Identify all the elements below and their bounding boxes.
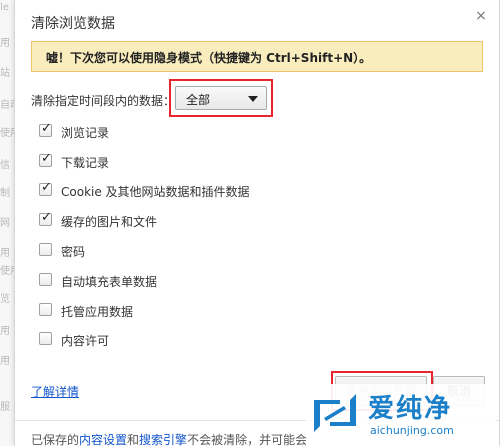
clear-browsing-data-dialog: 清除浏览数据 × 嘘！下次您可以使用隐身模式（快捷键为 Ctrl+Shift+N…: [14, 0, 500, 446]
footer-text: 已保存的: [31, 433, 80, 446]
checkbox-icon[interactable]: [39, 273, 52, 286]
checkbox-icon[interactable]: ✓: [39, 121, 52, 137]
time-range-label: 清除指定时间段内的数据：: [31, 94, 176, 108]
option-label: Cookie 及其他网站数据和插件数据: [61, 185, 250, 199]
checkbox-icon[interactable]: [39, 243, 52, 256]
footer-note: 已保存的内容设置和搜索引擎不会被清除，并可能会: [31, 431, 307, 446]
checkmark-icon: ✓: [41, 180, 52, 195]
footer-text: 不会被清除，并可能会: [187, 433, 308, 446]
checkmark-icon: ✓: [41, 121, 52, 136]
incognito-tip-text: 嘘！下次您可以使用隐身模式（快捷键为 Ctrl+Shift+N）。: [46, 51, 372, 65]
checkbox-icon[interactable]: [39, 303, 52, 316]
content-settings-link[interactable]: 内容设置: [79, 433, 127, 446]
site-watermark: 爱纯净 aichunjing.com: [306, 384, 496, 444]
watermark-brand: 爱纯净: [368, 394, 453, 424]
watermark-logo-icon: [314, 394, 356, 432]
checkbox-icon[interactable]: ✓: [39, 151, 52, 167]
option-label: 托管应用数据: [61, 305, 134, 319]
option-label: 自动填充表单数据: [61, 275, 158, 289]
checkmark-icon: ✓: [41, 151, 52, 166]
footer-text: 和: [127, 433, 140, 446]
dropdown-arrow-icon: [248, 96, 258, 102]
close-icon[interactable]: ×: [473, 8, 489, 24]
option-label: 浏览记录: [61, 126, 110, 140]
screen: le 用 站 自动 使用 信 制 网 用 使用 览 用 用 服 清除浏览数据 ×…: [0, 0, 500, 446]
checkbox-icon[interactable]: ✓: [39, 210, 52, 226]
time-range-value: 全部: [186, 93, 211, 107]
search-engines-link[interactable]: 搜索引擎: [139, 433, 187, 446]
option-label: 内容许可: [61, 334, 110, 348]
checkbox-icon[interactable]: [39, 332, 52, 345]
option-label: 下载记录: [61, 156, 110, 170]
checkmark-icon: ✓: [41, 210, 52, 225]
time-range-select[interactable]: 全部: [175, 86, 267, 110]
option-label: 缓存的图片和文件: [61, 215, 158, 229]
dialog-title: 清除浏览数据: [31, 16, 115, 32]
checkbox-icon[interactable]: ✓: [39, 180, 52, 196]
incognito-tip-banner: 嘘！下次您可以使用隐身模式（快捷键为 Ctrl+Shift+N）。: [31, 41, 483, 72]
watermark-url: aichunjing.com: [370, 424, 454, 437]
learn-more-link[interactable]: 了解详情: [31, 383, 79, 400]
option-label: 密码: [61, 245, 86, 259]
